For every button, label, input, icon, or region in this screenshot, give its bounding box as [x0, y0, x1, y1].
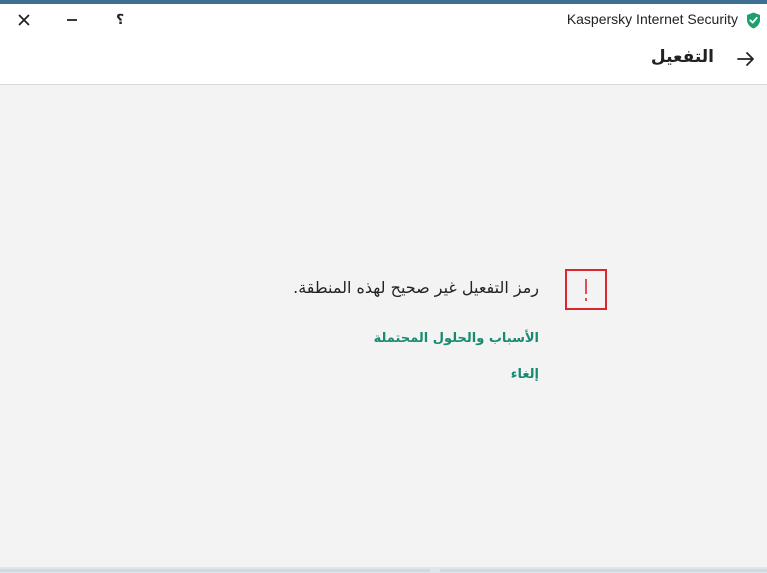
exclamation-icon: [565, 269, 607, 310]
bottom-edge: [0, 567, 767, 573]
reasons-solutions-link[interactable]: الأسباب والحلول المحتملة: [374, 331, 539, 346]
app-title: Kaspersky Internet Security: [566, 11, 738, 27]
title-bar: ؟ Kaspersky Internet Security: [0, 4, 767, 36]
minimize-button[interactable]: [58, 8, 86, 32]
page-title: التفعيل: [650, 47, 714, 67]
close-button[interactable]: [10, 8, 38, 32]
help-button[interactable]: ؟: [106, 8, 134, 32]
cancel-link[interactable]: إلغاء: [511, 367, 539, 382]
help-icon: ؟: [115, 12, 125, 28]
close-icon: [18, 14, 30, 26]
error-message: رمز التفعيل غير صحيح لهذه المنطقة.: [293, 278, 539, 297]
app-window: ؟ Kaspersky Internet Security التفعيل رم…: [0, 0, 767, 573]
main-content: رمز التفعيل غير صحيح لهذه المنطقة. الأسب…: [0, 85, 767, 567]
shield-check-icon: [747, 12, 760, 29]
page-header: التفعيل: [0, 36, 767, 85]
minimize-icon: [67, 19, 77, 21]
arrow-right-icon[interactable]: [735, 48, 757, 70]
